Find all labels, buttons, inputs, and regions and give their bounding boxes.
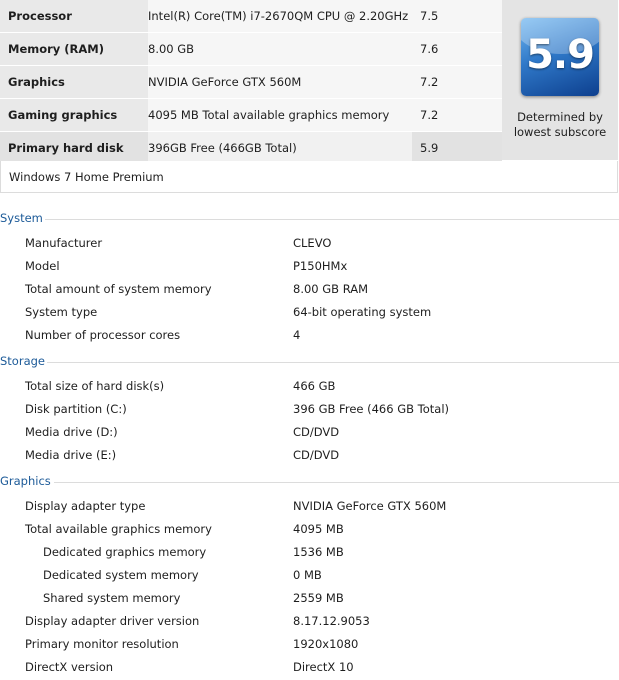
detail-label: DirectX version — [25, 660, 114, 674]
component-detail: NVIDIA GeForce GTX 560M — [148, 65, 412, 99]
detail-value: CD/DVD — [293, 425, 340, 439]
component-detail: 396GB Free (466GB Total) — [148, 131, 412, 165]
section-divider — [54, 482, 619, 483]
detail-row: Dedicated system memory 0 MB — [0, 568, 619, 588]
caption-line-1: Determined by — [517, 110, 603, 124]
detail-value: CD/DVD — [293, 448, 340, 462]
component-label: Primary hard disk — [0, 131, 148, 165]
detail-label: Dedicated system memory — [43, 568, 199, 582]
detail-label: Display adapter type — [25, 499, 146, 513]
detail-row: Manufacturer CLEVO — [0, 236, 619, 256]
detail-value: NVIDIA GeForce GTX 560M — [293, 499, 447, 513]
detail-value: 8.17.12.9053 — [293, 614, 370, 628]
detail-row: Disk partition (C:) 396 GB Free (466 GB … — [0, 402, 619, 422]
component-label: Processor — [0, 0, 148, 33]
detail-row: Shared system memory 2559 MB — [0, 591, 619, 611]
score-row-graphics: Graphics NVIDIA GeForce GTX 560M 7.2 — [0, 65, 502, 99]
detail-value: 1536 MB — [293, 545, 344, 559]
detail-row: Primary monitor resolution 1920x1080 — [0, 637, 619, 657]
detail-label: Manufacturer — [25, 236, 103, 250]
detail-row: Total available graphics memory 4095 MB — [0, 522, 619, 542]
detail-label: Primary monitor resolution — [25, 637, 179, 651]
subscore-value: 7.2 — [412, 98, 502, 132]
detail-label: Total amount of system memory — [25, 282, 212, 296]
component-label: Gaming graphics — [0, 98, 148, 132]
subscore-value: 5.9 — [412, 131, 502, 165]
detail-label: System type — [25, 305, 98, 319]
detail-row: Total size of hard disk(s) 466 GB — [0, 379, 619, 399]
detail-row: System type 64-bit operating system — [0, 305, 619, 325]
detail-label: Model — [25, 259, 60, 273]
section-divider — [47, 362, 619, 363]
detail-value: 64-bit operating system — [293, 305, 432, 319]
detail-value: DirectX 10 — [293, 660, 354, 674]
score-row-primary-hard-disk: Primary hard disk 396GB Free (466GB Tota… — [0, 131, 502, 165]
caption-line-2: lowest subscore — [513, 125, 607, 139]
detail-row: DirectX version DirectX 10 — [0, 660, 619, 680]
detail-row: Model P150HMx — [0, 259, 619, 279]
detail-label: Media drive (D:) — [25, 425, 118, 439]
component-detail: 8.00 GB — [148, 32, 412, 66]
detail-value: 0 MB — [293, 568, 322, 582]
detail-value: 466 GB — [293, 379, 336, 393]
detail-value: 396 GB Free (466 GB Total) — [293, 402, 450, 416]
detail-value: CLEVO — [293, 236, 332, 250]
section-title: Storage — [0, 354, 45, 368]
windows-edition: Windows 7 Home Premium — [0, 161, 618, 193]
subscore-value: 7.2 — [412, 65, 502, 99]
detail-value: P150HMx — [293, 259, 348, 273]
section-storage-header: Storage — [0, 354, 619, 370]
component-detail: Intel(R) Core(TM) i7-2670QM CPU @ 2.20GH… — [148, 0, 412, 33]
base-score-value: 5.9 — [526, 32, 595, 78]
component-label: Graphics — [0, 65, 148, 99]
detail-label: Shared system memory — [43, 591, 181, 605]
detail-label: Media drive (E:) — [25, 448, 117, 462]
detail-value: 8.00 GB RAM — [293, 282, 369, 296]
detail-label: Number of processor cores — [25, 328, 181, 342]
detail-row: Display adapter type NVIDIA GeForce GTX … — [0, 499, 619, 519]
base-score-panel: 5.9 Determined by lowest subscore — [502, 0, 618, 160]
score-row-gaming-graphics: Gaming graphics 4095 MB Total available … — [0, 98, 502, 132]
score-row-memory: Memory (RAM) 8.00 GB 7.6 — [0, 32, 502, 66]
subscore-table: Processor Intel(R) Core(TM) i7-2670QM CP… — [0, 0, 502, 165]
detail-value: 2559 MB — [293, 591, 344, 605]
detail-label: Total size of hard disk(s) — [25, 379, 165, 393]
detail-value: 4 — [293, 328, 301, 342]
detail-label: Dedicated graphics memory — [43, 545, 207, 559]
section-system-header: System — [0, 211, 619, 227]
base-score-badge: 5.9 — [521, 18, 599, 96]
detail-value: 4095 MB — [293, 522, 344, 536]
detail-row: Dedicated graphics memory 1536 MB — [0, 545, 619, 565]
detail-label: Disk partition (C:) — [25, 402, 127, 416]
detail-row: Media drive (D:) CD/DVD — [0, 425, 619, 445]
section-graphics-header: Graphics — [0, 474, 619, 490]
subscore-value: 7.5 — [412, 0, 502, 33]
base-score-caption: Determined by lowest subscore — [502, 110, 618, 140]
component-detail: 4095 MB Total available graphics memory — [148, 98, 412, 132]
section-title: Graphics — [0, 474, 51, 488]
subscore-value: 7.6 — [412, 32, 502, 66]
detail-label: Display adapter driver version — [25, 614, 200, 628]
detail-value: 1920x1080 — [293, 637, 359, 651]
detail-row: Media drive (E:) CD/DVD — [0, 448, 619, 468]
detail-row: Total amount of system memory 8.00 GB RA… — [0, 282, 619, 302]
detail-row: Number of processor cores 4 — [0, 328, 619, 348]
detail-label: Total available graphics memory — [25, 522, 212, 536]
score-row-processor: Processor Intel(R) Core(TM) i7-2670QM CP… — [0, 0, 502, 33]
section-title: System — [0, 211, 43, 225]
detail-row: Display adapter driver version 8.17.12.9… — [0, 614, 619, 634]
section-divider — [45, 219, 619, 220]
component-label: Memory (RAM) — [0, 32, 148, 66]
